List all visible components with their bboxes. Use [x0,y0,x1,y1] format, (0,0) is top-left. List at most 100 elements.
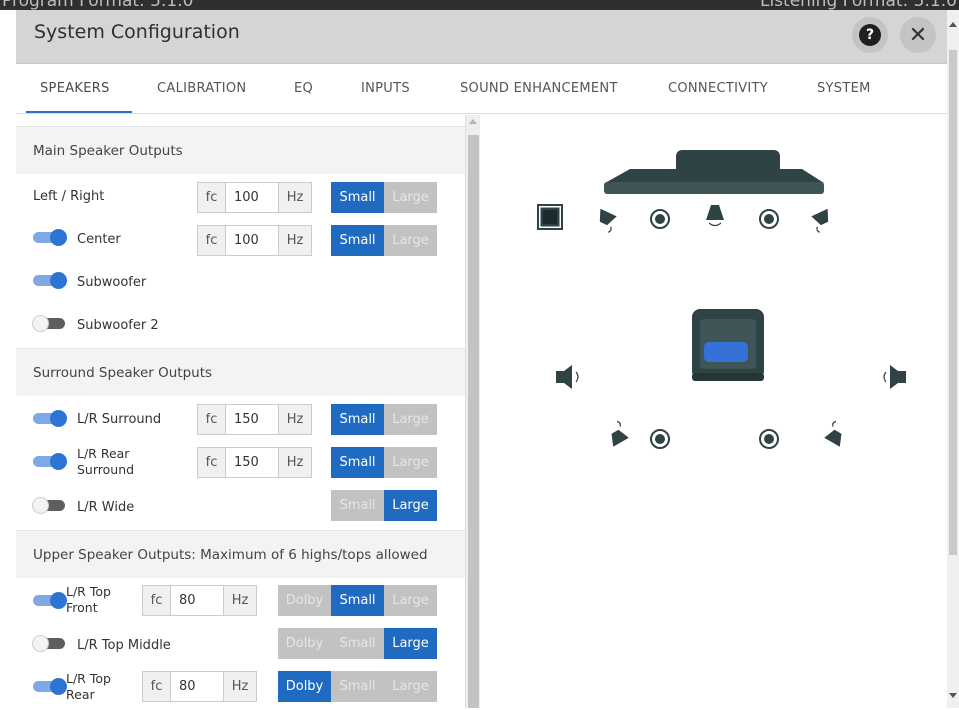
large-button[interactable]: Large [384,671,437,702]
tab-system[interactable]: SYSTEM [817,81,871,96]
scroll-up-arrow-icon[interactable] [469,119,477,124]
small-button[interactable]: Small [331,404,384,435]
dolby-button[interactable]: Dolby [278,628,331,659]
small-button[interactable]: Small [331,628,384,659]
lr-top-middle-size-selector: Dolby Small Large [278,628,437,659]
fc-label: fc [143,586,171,615]
tab-speakers[interactable]: SPEAKERS [40,81,110,96]
large-button[interactable]: Large [384,225,437,256]
rear-right-inner-speaker-icon [759,429,779,449]
center-toggle[interactable] [33,229,67,246]
hz-label: Hz [223,586,256,615]
fc-label: fc [198,448,226,477]
lr-wide-label: L/R Wide [77,500,135,515]
background-window-strip: Program Format: 5.1.0 Listening Format: … [0,0,959,10]
subwoofer-2-toggle[interactable] [32,315,67,332]
tab-eq[interactable]: EQ [294,81,313,96]
large-button[interactable]: Large [384,585,437,616]
small-button[interactable]: Small [331,182,384,213]
hz-label: Hz [278,183,311,212]
small-button[interactable]: Small [331,585,384,616]
tab-inputs[interactable]: INPUTS [361,81,410,96]
subwoofer-toggle[interactable] [33,272,67,289]
dolby-button[interactable]: Dolby [278,671,331,702]
lr-top-rear-label: L/R Top Rear [66,671,111,702]
page-scroll-thumb[interactable] [949,50,957,555]
left-right-label: Left / Right [33,189,105,204]
center-crossover-input[interactable]: 100 [226,226,278,255]
rear-right-speaker-icon [824,420,842,447]
main-speaker-outputs-header: Main Speaker Outputs [16,126,465,174]
small-button[interactable]: Small [331,671,384,702]
tv-icon [604,150,824,194]
small-button[interactable]: Small [331,447,384,478]
help-icon: ? [859,24,881,46]
hz-label: Hz [278,448,311,477]
speaker-layout-diagram [480,115,947,708]
scroll-thumb[interactable] [468,135,479,708]
lr-top-front-crossover-field: fc 80 Hz [142,585,257,616]
front-right-speaker-icon [811,208,829,233]
tab-sound-enhancement[interactable]: SOUND ENHANCEMENT [460,81,618,96]
lr-rear-surround-size-selector: Small Large [331,447,437,478]
front-left-speaker-icon [599,208,617,233]
speaker-diagram-svg [537,150,906,449]
lr-top-rear-size-selector: Dolby Small Large [278,671,437,702]
lr-surround-label: L/R Surround [77,412,162,427]
subwoofer-2-label: Subwoofer 2 [77,318,159,333]
active-tab-indicator [26,111,132,113]
lr-wide-toggle[interactable] [32,497,67,514]
large-button[interactable]: Large [384,628,437,659]
lr-rear-surround-crossover-input[interactable]: 150 [226,448,278,477]
listener-chair-icon [692,309,764,381]
page-scrollbar[interactable] [947,10,959,708]
lr-surround-crossover-field: fc 150 Hz [197,404,312,435]
hz-label: Hz [223,672,256,701]
subwoofer-square-icon [537,204,563,230]
hz-label: Hz [278,226,311,255]
left-right-crossover-field: fc 100 Hz [197,182,312,213]
tab-connectivity[interactable]: CONNECTIVITY [668,81,768,96]
lr-top-middle-toggle[interactable] [32,635,67,652]
dialog-titlebar: System Configuration ? ✕ [16,10,947,64]
lr-rear-surround-label: L/R Rear Surround [77,446,135,477]
lr-top-rear-crossover-field: fc 80 Hz [142,671,257,702]
close-button[interactable]: ✕ [900,17,936,53]
help-button[interactable]: ? [852,17,888,53]
center-label: Center [77,232,121,247]
lr-rear-surround-toggle[interactable] [33,453,67,470]
left-panel-scrollbar[interactable] [465,115,480,708]
close-icon: ✕ [908,22,928,48]
lr-surround-toggle[interactable] [33,410,67,427]
subwoofer-label: Subwoofer [77,275,147,290]
dolby-button[interactable]: Dolby [278,585,331,616]
speaker-settings-panel: Main Speaker Outputs Left / Right fc 100… [16,115,465,708]
tab-calibration[interactable]: CALIBRATION [157,81,246,96]
small-button[interactable]: Small [331,225,384,256]
page-scroll-up-icon[interactable] [949,22,957,27]
program-format-text: Program Format: 5.1.0 [2,0,194,10]
lr-top-front-label: L/R Top Front [66,584,111,615]
hz-label: Hz [278,405,311,434]
small-button[interactable]: Small [331,490,384,521]
lr-top-rear-toggle[interactable] [33,678,67,695]
page-scroll-down-icon[interactable] [949,693,957,698]
lr-top-front-crossover-input[interactable]: 80 [171,586,223,615]
large-button[interactable]: Large [384,490,437,521]
system-configuration-dialog: System Configuration ? ✕ SPEAKERS CALIBR… [16,10,947,708]
fc-label: fc [143,672,171,701]
lr-rear-surround-crossover-field: fc 150 Hz [197,447,312,478]
large-button[interactable]: Large [384,447,437,478]
left-right-crossover-input[interactable]: 100 [226,183,278,212]
lr-top-front-toggle[interactable] [33,592,67,609]
fc-label: fc [198,183,226,212]
rear-left-inner-speaker-icon [650,429,670,449]
lr-surround-crossover-input[interactable]: 150 [226,405,278,434]
lr-top-rear-crossover-input[interactable]: 80 [171,672,223,701]
center-crossover-field: fc 100 Hz [197,225,312,256]
center-speaker-icon [706,205,724,227]
surround-speaker-outputs-header: Surround Speaker Outputs [16,348,465,396]
large-button[interactable]: Large [384,404,437,435]
large-button[interactable]: Large [384,182,437,213]
listening-format-text: Listening Format: 5.1.0 [760,0,957,10]
